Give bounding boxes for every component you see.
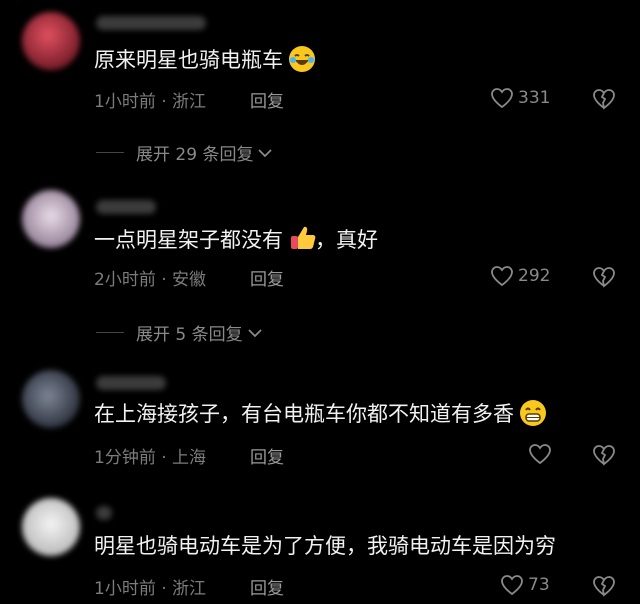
chevron-down-icon [247, 328, 262, 337]
avatar[interactable] [22, 190, 80, 248]
comment-meta: 1分钟前 · 上海 [94, 448, 207, 468]
username-blurred[interactable] [96, 376, 166, 390]
heart-icon [501, 575, 523, 596]
like-count: 73 [528, 575, 550, 595]
heart-icon [491, 88, 513, 109]
broken-heart-icon [593, 267, 615, 288]
comment-item: 明星也骑电动车是为了方便，我骑电动车是因为穷 1小时前 · 浙江 回复 73 [0, 490, 640, 604]
expand-replies-button[interactable]: 展开 5 条回复 [96, 320, 263, 345]
broken-heart-icon [593, 89, 615, 110]
chevron-down-icon [258, 148, 273, 157]
reply-button[interactable]: 回复 [250, 443, 284, 468]
broken-heart-icon [593, 445, 615, 466]
laughing-tears-emoji-icon [289, 46, 315, 72]
heart-icon [491, 266, 513, 287]
like-count: 331 [518, 88, 551, 108]
dislike-button[interactable] [592, 88, 616, 114]
like-button[interactable]: 292 [490, 265, 550, 287]
divider-line [96, 152, 124, 153]
avatar[interactable] [22, 12, 80, 70]
like-button[interactable]: 331 [490, 87, 550, 109]
expand-replies-button[interactable]: 展开 29 条回复 [96, 140, 273, 165]
username-blurred[interactable] [96, 16, 206, 30]
broken-heart-icon [593, 576, 615, 597]
comment-item: 一点明星架子都没有 ，真好 2小时前 · 安徽 回复 292 展开 5 条回复 [0, 180, 640, 360]
comment-meta: 1小时前 · 浙江 [94, 92, 207, 112]
like-count: 292 [518, 266, 551, 286]
username-blurred[interactable] [96, 506, 112, 520]
comment-text: 原来明星也骑电瓶车 [94, 46, 315, 74]
like-button[interactable] [528, 443, 556, 465]
reply-button[interactable]: 回复 [250, 265, 284, 290]
dislike-button[interactable] [592, 575, 616, 601]
like-button[interactable]: 73 [500, 574, 550, 596]
comment-meta: 2小时前 · 安徽 [94, 270, 207, 290]
dislike-button[interactable] [592, 266, 616, 292]
comment-text: 明星也骑电动车是为了方便，我骑电动车是因为穷 [94, 534, 556, 558]
dislike-button[interactable] [592, 444, 616, 470]
heart-icon [529, 444, 551, 465]
username-blurred[interactable] [96, 200, 156, 214]
comment-meta: 1小时前 · 浙江 [94, 579, 207, 599]
comment-item: 在上海接孩子，有台电瓶车你都不知道有多香 1分钟前 · 上海 回复 [0, 360, 640, 490]
reply-button[interactable]: 回复 [250, 87, 284, 112]
avatar[interactable] [22, 498, 80, 556]
reply-button[interactable]: 回复 [250, 574, 284, 599]
thumbs-up-emoji-icon [289, 224, 316, 250]
divider-line [96, 332, 124, 333]
comment-text: 在上海接孩子，有台电瓶车你都不知道有多香 [94, 400, 546, 428]
comment-item: 原来明星也骑电瓶车 1小时前 · 浙江 回复 331 展开 29 条回复 [0, 0, 640, 180]
grinning-emoji-icon [520, 400, 546, 426]
avatar[interactable] [22, 370, 80, 428]
comment-text: 一点明星架子都没有 ，真好 [94, 224, 378, 254]
